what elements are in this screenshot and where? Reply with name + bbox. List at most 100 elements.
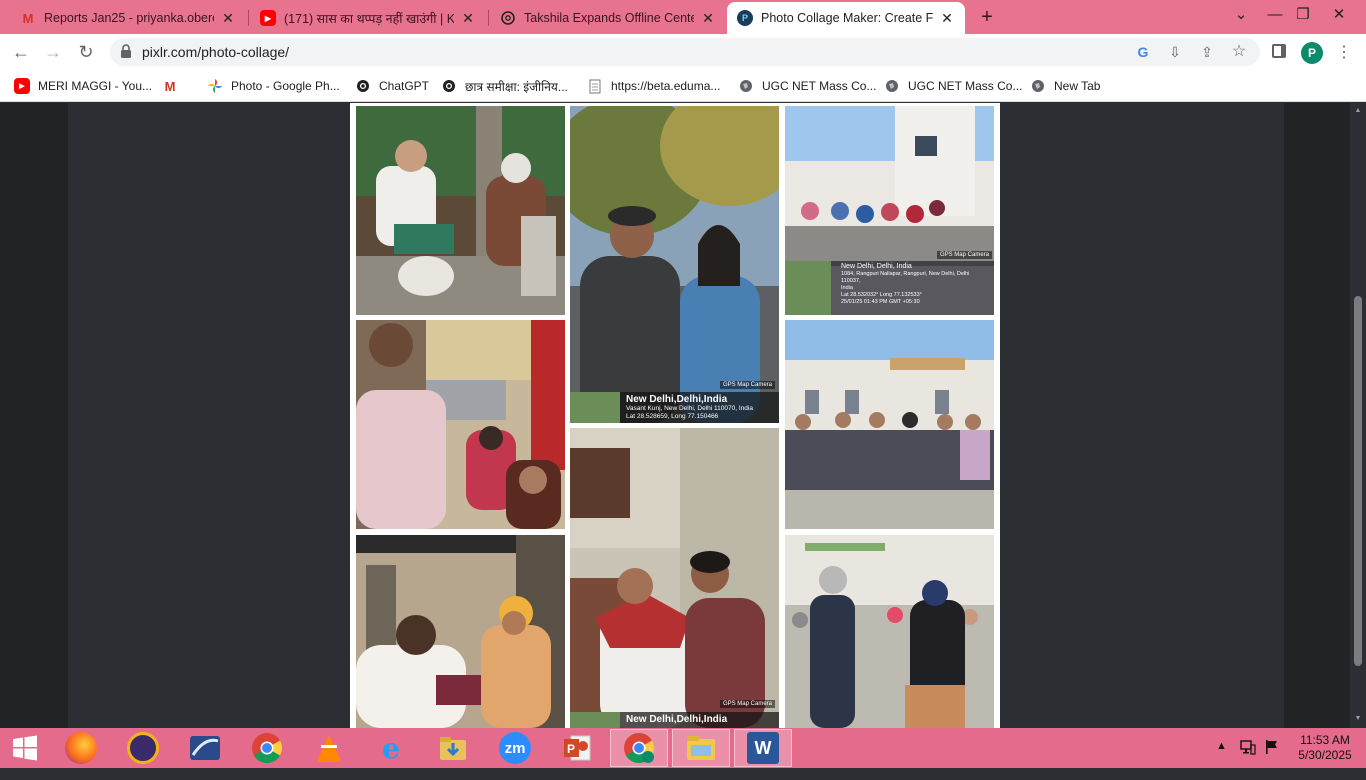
reload-button[interactable]: ↻ <box>74 40 98 64</box>
scroll-up-icon[interactable]: ▲ <box>1354 107 1362 114</box>
bookmark-ugc-net-1[interactable]: UGC NET Mass Co... <box>738 76 876 96</box>
page-scrollbar[interactable]: ▲ ▼ <box>1350 103 1366 728</box>
globe-icon <box>1030 78 1046 94</box>
tab-separator <box>248 10 249 26</box>
share-icon[interactable]: ⇪ <box>1198 43 1216 61</box>
bookmark-chhatra-samiksha[interactable]: छात्र समीक्षा: इंजीनिय... <box>441 76 568 96</box>
pixlr-icon: P <box>737 10 753 26</box>
address-bar[interactable]: pixlr.com/photo-collage/ G ⇩ ⇪ ☆ <box>110 38 1260 66</box>
zoom-button[interactable]: zm <box>486 729 544 767</box>
tab-pixlr-collage[interactable]: P Photo Collage Maker: Create Free ✕ <box>727 2 965 34</box>
show-hidden-icons-button[interactable]: ▲ <box>1216 740 1227 780</box>
photo-group-seated-courtyard[interactable]: GPS Map Camera New Delhi, Delhi, India 1… <box>785 106 994 315</box>
bookmark-label: UGC NET Mass Co... <box>762 79 877 93</box>
chatgpt-icon <box>355 78 371 94</box>
new-tab-button[interactable]: + <box>976 6 998 28</box>
gps-city: New Delhi,Delhi,India <box>626 714 728 725</box>
gps-address: 1084, Rangpuri Nallapar, Rangpuri, New D… <box>841 271 970 284</box>
bookmarks-bar: ▶ MERI MAGGI - You... M Photo - Google P… <box>0 70 1366 102</box>
chrome-button[interactable] <box>238 729 296 767</box>
explorer-button[interactable] <box>672 729 730 767</box>
bookmark-chatgpt[interactable]: ChatGPT <box>355 76 429 96</box>
tab-gmail-reports[interactable]: M Reports Jan25 - priyanka.oberoi@ ✕ <box>10 2 246 34</box>
gps-overlay: New Delhi,Delhi,India <box>570 712 779 728</box>
gps-city: New Delhi, Delhi, India <box>841 263 912 270</box>
tab-title: (171) सास का थप्पड़ नहीं खाउंगी | Ka <box>284 11 454 26</box>
tab-takshila[interactable]: Takshila Expands Offline Centers ✕ <box>490 2 726 34</box>
collage-canvas[interactable]: GPS Map Camera New Delhi,Delhi,India Vas… <box>350 103 1000 728</box>
restore-button[interactable]: ❐ <box>1284 0 1322 34</box>
gps-badge: GPS Map Camera <box>719 381 775 389</box>
photo-man-with-elderly-woman[interactable] <box>356 106 565 315</box>
bookmark-meri-maggi[interactable]: ▶ MERI MAGGI - You... <box>14 76 152 96</box>
side-panel-icon[interactable] <box>1272 44 1286 58</box>
action-center-flag-icon[interactable] <box>1264 739 1280 779</box>
zoom-icon: zm <box>499 732 531 764</box>
headphones-icon <box>127 732 159 764</box>
bookmark-label: https://beta.eduma... <box>611 79 721 93</box>
browser-toolbar: ← → ↻ pixlr.com/photo-collage/ G ⇩ ⇪ ☆ P… <box>0 34 1366 70</box>
word-button[interactable]: W <box>734 729 792 767</box>
chrome-profile-button[interactable] <box>610 729 668 767</box>
map-thumbnail <box>570 712 620 728</box>
tab-strip: M Reports Jan25 - priyanka.oberoi@ ✕ ▶ (… <box>0 0 1366 34</box>
tab-search-button[interactable]: ⌄ <box>1222 0 1260 34</box>
photo-man-with-women-street[interactable] <box>356 320 565 529</box>
google-photos-icon <box>207 78 223 94</box>
close-icon[interactable]: ✕ <box>220 10 236 27</box>
gps-badge: GPS Map Camera <box>719 700 775 708</box>
photo-image <box>356 535 565 728</box>
scroll-thumb[interactable] <box>1354 296 1362 666</box>
photo-image <box>570 106 779 423</box>
app-3-button[interactable] <box>176 729 234 767</box>
bookmark-beta-eduma[interactable]: https://beta.eduma... <box>587 76 720 96</box>
scroll-down-icon[interactable]: ▼ <box>1354 715 1362 722</box>
google-translate-icon[interactable]: G <box>1134 43 1152 61</box>
photo-image <box>785 320 994 529</box>
photo-seated-elders-building[interactable] <box>785 320 994 529</box>
ie-button[interactable]: e <box>362 729 420 767</box>
map-thumbnail <box>570 392 620 423</box>
svg-text:P: P <box>567 742 575 756</box>
tab-title: Reports Jan25 - priyanka.oberoi@ <box>44 11 214 25</box>
bookmark-gmail[interactable]: M <box>162 76 186 96</box>
install-app-icon[interactable]: ⇩ <box>1166 43 1184 61</box>
tab-youtube[interactable]: ▶ (171) सास का थप्पड़ नहीं खाउंगी | Ka ✕ <box>250 2 486 34</box>
audio-app-button[interactable] <box>114 729 172 767</box>
windows-taskbar: e zm P W ▲ 11:53 AM 5/30/2025 <box>0 728 1366 768</box>
photo-woman-mic-elderly-group[interactable] <box>785 535 994 728</box>
menu-kebab-icon[interactable]: ⋮ <box>1336 42 1352 64</box>
chatgpt-icon <box>441 78 457 94</box>
powerpoint-button[interactable]: P <box>548 729 606 767</box>
globe-icon <box>738 78 754 94</box>
bookmark-star-icon[interactable]: ☆ <box>1230 43 1248 61</box>
start-button[interactable] <box>0 729 50 767</box>
globe-icon <box>884 78 900 94</box>
photo-interview-man-red-shawl[interactable]: GPS Map Camera New Delhi,Delhi,India <box>570 428 779 728</box>
bookmark-label: छात्र समीक्षा: इंजीनिय... <box>465 79 568 94</box>
forward-button[interactable]: → <box>41 40 65 64</box>
chrome-icon <box>252 733 283 764</box>
close-icon[interactable]: ✕ <box>939 10 955 27</box>
downloads-button[interactable] <box>424 729 482 767</box>
network-icon[interactable] <box>1240 739 1256 779</box>
vlc-button[interactable] <box>300 729 358 767</box>
reload-icon: ↻ <box>78 42 94 62</box>
bookmark-new-tab[interactable]: New Tab <box>1030 76 1100 96</box>
photo-man-talking-elderly-woman[interactable] <box>356 535 565 728</box>
close-window-button[interactable]: ✕ <box>1320 0 1358 34</box>
system-clock[interactable]: 11:53 AM 5/30/2025 <box>1290 733 1360 763</box>
gps-country: India <box>841 285 853 291</box>
profile-avatar[interactable]: P <box>1301 42 1323 64</box>
firefox-button[interactable] <box>52 729 110 767</box>
gps-overlay: New Delhi, Delhi, India 1084, Rangpuri N… <box>785 261 994 315</box>
bookmark-ugc-net-2[interactable]: UGC NET Mass Co... <box>884 76 1022 96</box>
bookmark-google-photos[interactable]: Photo - Google Ph... <box>207 76 340 96</box>
tab-title: Photo Collage Maker: Create Free <box>761 11 933 25</box>
back-button[interactable]: ← <box>9 40 33 64</box>
photo-image <box>356 106 565 315</box>
close-icon[interactable]: ✕ <box>460 10 476 27</box>
download-folder-icon <box>440 737 466 760</box>
close-icon[interactable]: ✕ <box>700 10 716 27</box>
photo-interview-man-turban[interactable]: GPS Map Camera New Delhi,Delhi,India Vas… <box>570 106 779 423</box>
